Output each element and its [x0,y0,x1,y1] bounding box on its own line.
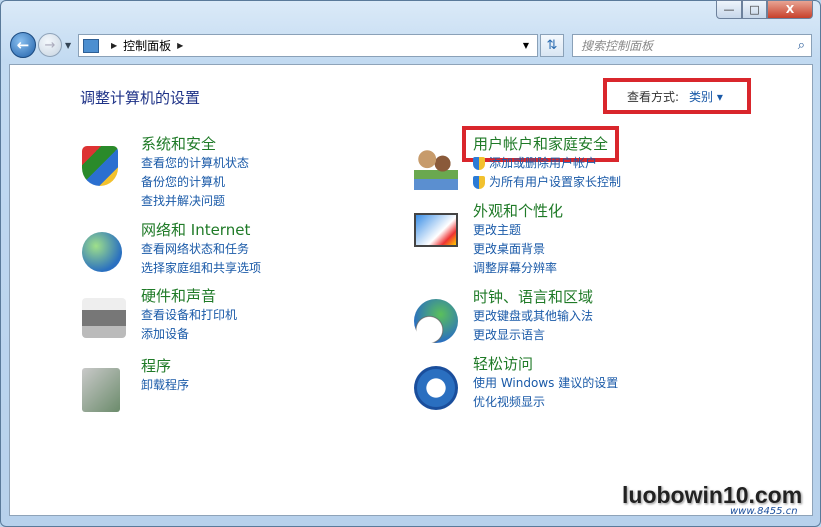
category-title[interactable]: 系统和安全 [141,133,216,154]
category-link-label: 调整屏幕分辨率 [473,261,558,275]
category-link[interactable]: 为所有用户设置家长控制 [473,173,621,192]
category-link-label: 优化视频显示 [473,395,546,409]
highlight-box [603,78,751,114]
category-title[interactable]: 用户帐户和家庭安全 [473,133,608,154]
back-button[interactable]: ← [10,32,36,58]
category-link-label: 查看网络状态和任务 [141,242,250,256]
close-button[interactable]: X [767,0,813,19]
control-panel-icon [83,38,99,53]
category-link[interactable]: 更改桌面背景 [473,240,557,259]
category-links: 卸载程序 [141,376,189,395]
clock-globe-icon[interactable] [414,299,458,343]
category-link-label: 查看您的计算机状态 [141,156,250,170]
uac-shield-icon [473,157,485,170]
breadcrumb-arrow-icon[interactable]: ▶ [177,41,183,50]
category-link[interactable]: 更改主题 [473,221,557,240]
refresh-button[interactable]: ⇅ [540,34,564,57]
address-dropdown-icon[interactable]: ▼ [523,41,529,50]
category-links: 查看您的计算机状态 备份您的计算机 查找并解决问题 [141,154,249,211]
search-input[interactable]: 搜索控制面板 ⌕ [572,34,812,57]
search-icon[interactable]: ⌕ [798,38,805,53]
breadcrumb-arrow-icon[interactable]: ▶ [111,41,117,50]
category-link-label: 使用 Windows 建议的设置 [473,376,619,390]
monitor-paint-icon[interactable] [414,213,458,247]
category-links: 更改键盘或其他输入法 更改显示语言 [473,307,593,345]
category-link[interactable]: 调整屏幕分辨率 [473,259,557,278]
category-link-label: 查找并解决问题 [141,194,226,208]
maximize-button[interactable]: □ [742,0,767,19]
category-title[interactable]: 程序 [141,355,171,376]
category-links: 更改主题更改桌面背景 调整屏幕分辨率 [473,221,557,278]
category-link[interactable]: 优化视频显示 [473,393,618,412]
category-link-label: 更改主题 [473,223,522,237]
minimize-button[interactable]: — [716,0,742,19]
category-link[interactable]: 更改显示语言 [473,326,593,345]
category-link-label: 更改桌面背景 [473,242,546,256]
content-pane [9,64,813,516]
category-title[interactable]: 网络和 Internet [141,219,250,240]
programs-icon[interactable] [82,368,120,412]
category-link[interactable]: 卸载程序 [141,376,189,395]
category-link[interactable]: 备份您的计算机 [141,173,249,192]
users-icon[interactable] [414,146,458,190]
category-title[interactable]: 外观和个性化 [473,200,563,221]
category-title[interactable]: 时钟、语言和区域 [473,286,593,307]
uac-shield-icon [473,176,485,189]
category-links: 查看网络状态和任务 选择家庭组和共享选项 [141,240,261,278]
search-placeholder: 搜索控制面板 [581,39,654,53]
category-link-label: 选择家庭组和共享选项 [141,261,262,275]
category-link-label: 查看设备和打印机 [141,308,238,322]
page-title: 调整计算机的设置 [80,89,201,107]
category-link[interactable]: 选择家庭组和共享选项 [141,259,261,278]
forward-button[interactable]: → [38,33,62,57]
category-link[interactable]: 添加或删除用户帐户 [473,154,621,173]
category-link[interactable]: 查看网络状态和任务 [141,240,261,259]
category-title[interactable]: 硬件和声音 [141,285,216,306]
category-link-label: 卸载程序 [141,378,190,392]
category-link-label: 为所有用户设置家长控制 [489,175,622,189]
shield-pc-icon[interactable] [82,146,118,186]
category-link[interactable]: 更改键盘或其他输入法 [473,307,593,326]
category-link-label: 添加或删除用户帐户 [489,156,598,170]
printer-icon[interactable] [82,298,126,338]
category-title[interactable]: 轻松访问 [473,353,533,374]
category-links: 查看设备和打印机 添加设备 [141,306,237,344]
ease-of-access-icon[interactable] [414,366,458,410]
window-controls: — □ X [716,0,813,19]
network-globe-icon[interactable] [82,232,122,272]
category-links: 使用 Windows 建议的设置 优化视频显示 [473,374,618,412]
nav-buttons: ← → ▼ [10,32,71,58]
category-links: 添加或删除用户帐户为所有用户设置家长控制 [473,154,621,192]
category-link[interactable]: 查看设备和打印机 [141,306,237,325]
watermark-sub: www.8455.cn [730,506,798,517]
category-link[interactable]: 查看您的计算机状态 [141,154,249,173]
address-bar[interactable]: ▶ 控制面板 ▶ ▼ [78,34,538,57]
breadcrumb-control-panel[interactable]: 控制面板 [123,37,171,54]
category-link[interactable]: 查找并解决问题 [141,192,249,211]
category-link-label: 更改显示语言 [473,328,546,342]
category-link-label: 添加设备 [141,327,190,341]
category-link-label: 备份您的计算机 [141,175,226,189]
recent-pages-dropdown[interactable]: ▼ [65,41,71,50]
category-link-label: 更改键盘或其他输入法 [473,309,594,323]
category-link[interactable]: 使用 Windows 建议的设置 [473,374,618,393]
category-link[interactable]: 添加设备 [141,325,237,344]
watermark-logo: luobowin10.com [622,482,803,508]
